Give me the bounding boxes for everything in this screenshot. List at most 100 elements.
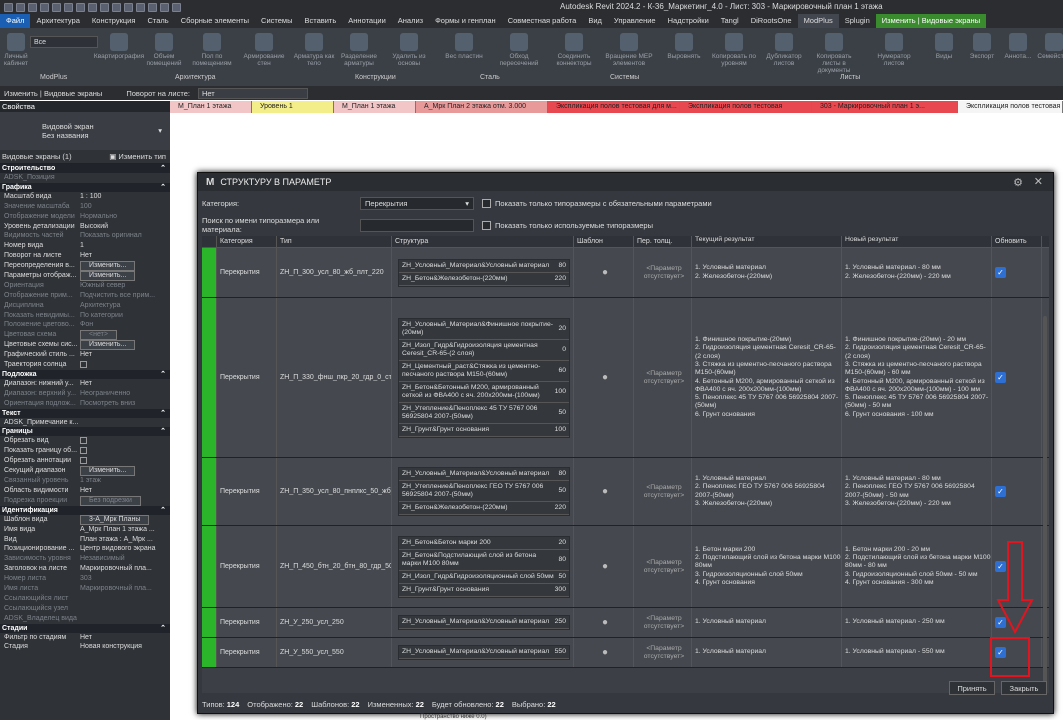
- property-value[interactable]: Подчистить все прим...: [80, 291, 170, 301]
- print-icon[interactable]: [76, 2, 85, 12]
- category-select[interactable]: Перекрытия ▾: [360, 197, 474, 210]
- column-header[interactable]: Обновить: [992, 236, 1042, 247]
- table-row[interactable]: Перекрытия ZH_П_300_усл_80_жб_плт_220 ZH_У…: [202, 248, 1049, 298]
- table-scrollbar[interactable]: [1043, 316, 1047, 693]
- menu-tab[interactable]: Совместная работа: [502, 14, 583, 28]
- property-button[interactable]: Изменить...: [80, 271, 136, 281]
- property-group[interactable]: Текст ⌃: [0, 408, 170, 418]
- ribbon-button[interactable]: Вращение MEP элементов: [605, 30, 653, 67]
- property-value[interactable]: Изменить...: [80, 261, 170, 272]
- property-value[interactable]: 3-А_Мрк Планы: [80, 514, 170, 525]
- property-value[interactable]: [80, 604, 170, 614]
- menu-tab[interactable]: Анализ: [392, 14, 429, 28]
- property-value[interactable]: Новая конструкция: [80, 642, 170, 652]
- property-value[interactable]: По категории: [80, 311, 170, 321]
- ribbon-button[interactable]: Семейства: [1030, 30, 1063, 60]
- property-group[interactable]: Стадии ⌃: [0, 623, 170, 633]
- menu-tab[interactable]: Файл: [0, 14, 31, 28]
- column-header[interactable]: Категория: [217, 236, 277, 247]
- view-tab[interactable]: Уровень 1: [252, 101, 334, 113]
- save-icon[interactable]: [28, 2, 37, 12]
- property-group[interactable]: Строительство ⌃: [0, 164, 170, 173]
- property-button[interactable]: Без подрезки: [80, 495, 141, 506]
- ribbon-button[interactable]: Личный кабинет: [0, 30, 40, 67]
- property-group[interactable]: Графика ⌃: [0, 182, 170, 192]
- menu-tab[interactable]: Splugin: [839, 14, 876, 28]
- property-value[interactable]: Изменить...: [80, 466, 170, 477]
- edit-type-button[interactable]: ▣ Изменить тип: [109, 152, 166, 161]
- checkbox-icon[interactable]: [80, 447, 87, 455]
- ribbon-button[interactable]: Копировать листы в документы: [810, 30, 858, 74]
- dimension-icon[interactable]: [100, 2, 109, 12]
- view-tab[interactable]: М_План 1 этажа: [334, 101, 416, 113]
- section-icon[interactable]: [148, 2, 157, 12]
- update-checkbox[interactable]: ✓: [995, 372, 1006, 383]
- property-value[interactable]: Показать оригинал: [80, 231, 170, 241]
- table-row[interactable]: ПерекрытияZH_П_450_бтн_20_бтн_80_гдр_50_…: [202, 526, 1049, 608]
- 3d-view-icon[interactable]: [136, 2, 145, 12]
- type-selector[interactable]: Видовой экран Без названия ▾: [0, 112, 170, 150]
- sync-icon[interactable]: [40, 2, 49, 12]
- menu-tab[interactable]: Надстройки: [662, 14, 715, 28]
- menu-tab[interactable]: Конструкция: [86, 14, 142, 28]
- column-header[interactable]: Текущий результат: [692, 236, 842, 247]
- column-header[interactable]: Структура: [392, 236, 574, 247]
- update-checkbox[interactable]: ✓: [995, 486, 1006, 497]
- property-button[interactable]: Изменить...: [80, 340, 136, 351]
- property-group[interactable]: Границы ⌃: [0, 427, 170, 437]
- menu-tab[interactable]: Аннотации: [342, 14, 392, 28]
- property-value[interactable]: [80, 446, 170, 456]
- property-value[interactable]: Высокий: [80, 222, 170, 232]
- open-icon[interactable]: [16, 2, 25, 12]
- close-icon[interactable]: ✕: [1034, 175, 1043, 188]
- property-value[interactable]: [80, 614, 170, 624]
- property-button[interactable]: Изменить...: [80, 466, 136, 477]
- menu-tab[interactable]: DiRootsOne: [745, 14, 798, 28]
- view-tab[interactable]: А_Мрк План 2 этажа отм. 3.000: [416, 101, 548, 113]
- ribbon-button[interactable]: Квартирография: [94, 30, 144, 60]
- property-value[interactable]: Посмотреть вниз: [80, 399, 170, 409]
- property-value[interactable]: План этажа : А_Мрк ...: [80, 535, 170, 545]
- property-value[interactable]: Нормально: [80, 212, 170, 222]
- table-row[interactable]: ПерекрытияZH_П_330_фнш_пкр_20_гдр_0_стж_…: [202, 298, 1049, 458]
- measure-icon[interactable]: [88, 2, 97, 12]
- menu-tab[interactable]: Tangl: [715, 14, 745, 28]
- property-value[interactable]: Центр видового экрана: [80, 544, 170, 554]
- filter-select[interactable]: Все: [30, 36, 98, 48]
- property-value[interactable]: 1: [80, 241, 170, 251]
- table-row[interactable]: ПерекрытияZH_П_350_усл_80_пнплкс_50_жб_2…: [202, 458, 1049, 526]
- column-header[interactable]: Шаблон: [574, 236, 634, 247]
- property-value[interactable]: Маркировочный пла...: [80, 584, 170, 594]
- property-value[interactable]: А_Мрк План 1 этажа ...: [80, 525, 170, 535]
- property-value[interactable]: 1 : 100: [80, 192, 170, 202]
- menu-tab[interactable]: Изменить | Видовые экраны: [875, 14, 987, 28]
- property-button[interactable]: <нет>: [80, 330, 117, 341]
- menu-tab[interactable]: Вид: [582, 14, 608, 28]
- used-types-checkbox[interactable]: Показать только используемые типоразмеры: [482, 220, 653, 230]
- property-value[interactable]: [80, 594, 170, 604]
- menu-tab[interactable]: Сталь: [141, 14, 174, 28]
- view-tab[interactable]: Экспликация полов тестовая: [958, 101, 1063, 113]
- redo-icon[interactable]: [64, 2, 73, 12]
- thin-lines-icon[interactable]: [160, 2, 169, 12]
- required-params-checkbox[interactable]: Показать только типоразмеры с обязательн…: [482, 199, 712, 208]
- property-value[interactable]: Нет: [80, 379, 170, 389]
- rotation-select[interactable]: Нет: [197, 87, 308, 99]
- view-tab[interactable]: Экспликация полов тестовая: [680, 101, 812, 113]
- ribbon-button[interactable]: Разделение арматуры: [335, 30, 383, 67]
- property-value[interactable]: [80, 173, 170, 183]
- instance-dropdown[interactable]: Видовые экраны (1): [2, 152, 72, 161]
- ribbon-button[interactable]: Обход пересечений: [495, 30, 543, 67]
- view-tab[interactable]: М_План 1 этажа: [170, 101, 252, 113]
- menu-tab[interactable]: Вставить: [298, 14, 342, 28]
- ribbon-button[interactable]: Дубликатор листов: [760, 30, 808, 67]
- menu-tab[interactable]: Системы: [255, 14, 298, 28]
- property-value[interactable]: Независимый: [80, 554, 170, 564]
- property-value[interactable]: 1 этаж: [80, 476, 170, 486]
- menu-tab[interactable]: Формы и генплан: [429, 14, 502, 28]
- property-value[interactable]: 303: [80, 574, 170, 584]
- search-input[interactable]: [360, 218, 474, 232]
- property-value[interactable]: Нет: [80, 350, 170, 360]
- checkbox-icon[interactable]: [80, 360, 87, 368]
- column-header[interactable]: Новый результат: [842, 236, 992, 247]
